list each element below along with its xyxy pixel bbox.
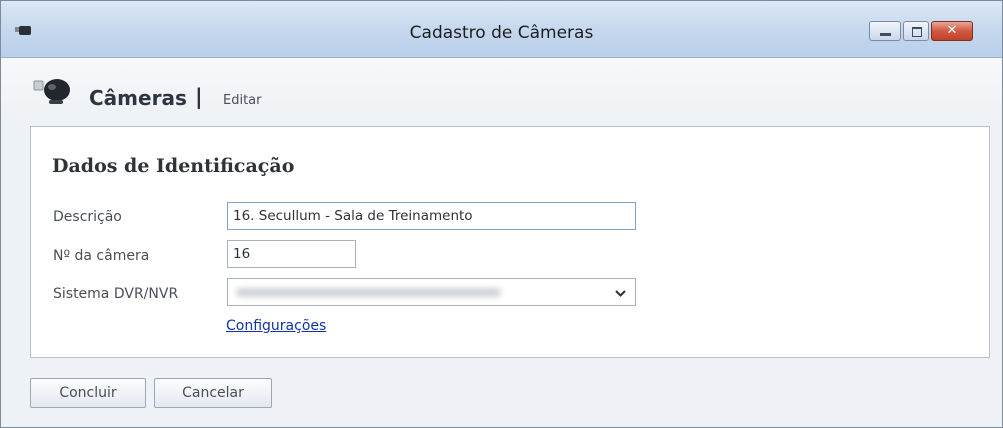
dvr-system-select[interactable] — [227, 278, 636, 306]
minimize-button[interactable] — [869, 21, 901, 41]
chevron-down-icon — [615, 290, 626, 297]
camera-number-input[interactable]: 16 — [227, 240, 356, 268]
description-input[interactable]: 16. Secullum - Sala de Treinamento — [227, 202, 636, 230]
identification-panel: Dados de Identificação Descrição 16. Sec… — [30, 126, 990, 358]
page-mode: Editar — [223, 93, 262, 108]
title-bar[interactable]: Cadastro de Câmeras ✕ — [1, 1, 1002, 58]
page-title: Câmeras — [89, 86, 187, 110]
cancel-button[interactable]: Cancelar — [154, 378, 272, 408]
section-title: Dados de Identificação — [52, 155, 295, 177]
confirm-button[interactable]: Concluir — [30, 378, 146, 408]
window-title: Cadastro de Câmeras — [409, 23, 594, 43]
dvr-system-value — [236, 288, 501, 297]
minimize-icon — [880, 33, 891, 36]
camera-icon — [33, 79, 70, 104]
dvr-system-label: Sistema DVR/NVR — [53, 286, 179, 302]
close-button[interactable]: ✕ — [931, 21, 973, 41]
close-icon: ✕ — [946, 23, 958, 38]
maximize-button[interactable] — [903, 21, 929, 41]
page-header: Câmeras | Editar — [1, 58, 1002, 124]
camera-number-label: Nº da câmera — [53, 248, 150, 264]
configurations-link[interactable]: Configurações — [226, 318, 326, 334]
app-window: Cadastro de Câmeras ✕ Câmeras | Editar D… — [0, 0, 1003, 428]
header-separator: | — [195, 85, 203, 109]
description-label: Descrição — [53, 209, 122, 225]
maximize-icon — [912, 27, 922, 37]
